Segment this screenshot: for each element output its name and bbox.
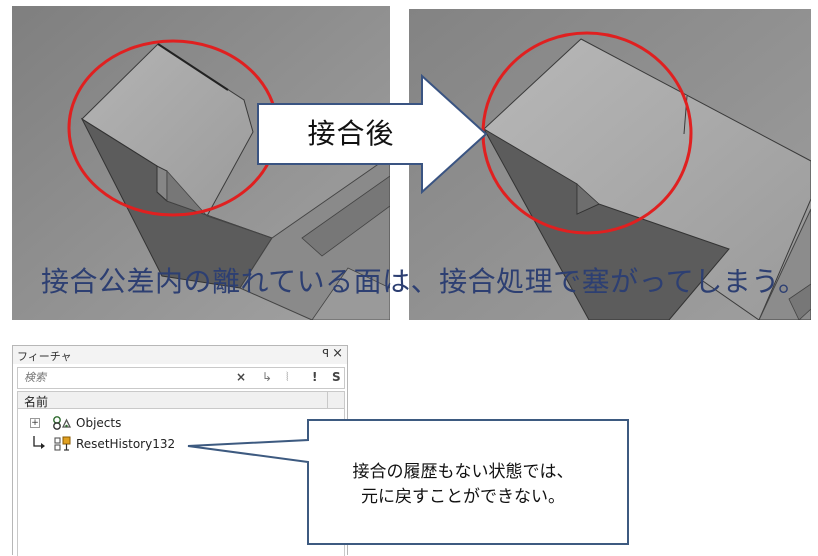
transition-label: 接合後 [307, 117, 395, 150]
tree-connector-icon [33, 436, 45, 449]
close-icon[interactable]: × [332, 346, 343, 361]
column-header: 名前 [18, 392, 344, 409]
filter-down-icon[interactable]: ↳ [262, 370, 272, 384]
tree-item-label: ResetHistory132 [76, 437, 176, 451]
callout-line-1: 接合の履歴もない状態では、 [352, 462, 574, 482]
alert-filter-icon[interactable]: ! [312, 370, 317, 384]
expand-icon[interactable]: + [30, 418, 40, 428]
caption-text: 接合公差内の離れている面は、接合処理で塞がってしまう。 [41, 265, 807, 298]
panel-header: フィーチャ ꟼ × [13, 346, 347, 364]
tree-item-label: Objects [76, 416, 122, 430]
search-input[interactable] [20, 369, 236, 385]
objects-icon [53, 416, 72, 430]
column-separator[interactable] [327, 392, 328, 408]
panel-title: フィーチャ [17, 350, 72, 363]
clear-search-icon[interactable]: × [236, 370, 246, 384]
column-name-label[interactable]: 名前 [24, 393, 48, 410]
reset-history-icon [54, 436, 71, 451]
pin-icon[interactable]: ꟼ [322, 347, 329, 360]
filter-tree-icon[interactable]: ⦚ [286, 370, 289, 385]
search-row: × ↳ ⦚ ! S [17, 367, 345, 389]
callout-text: 接合の履歴もない状態では、 元に戻すことができない。 [318, 460, 608, 510]
callout-line-2: 元に戻すことができない。 [361, 487, 565, 507]
s-filter-icon[interactable]: S [332, 370, 341, 384]
